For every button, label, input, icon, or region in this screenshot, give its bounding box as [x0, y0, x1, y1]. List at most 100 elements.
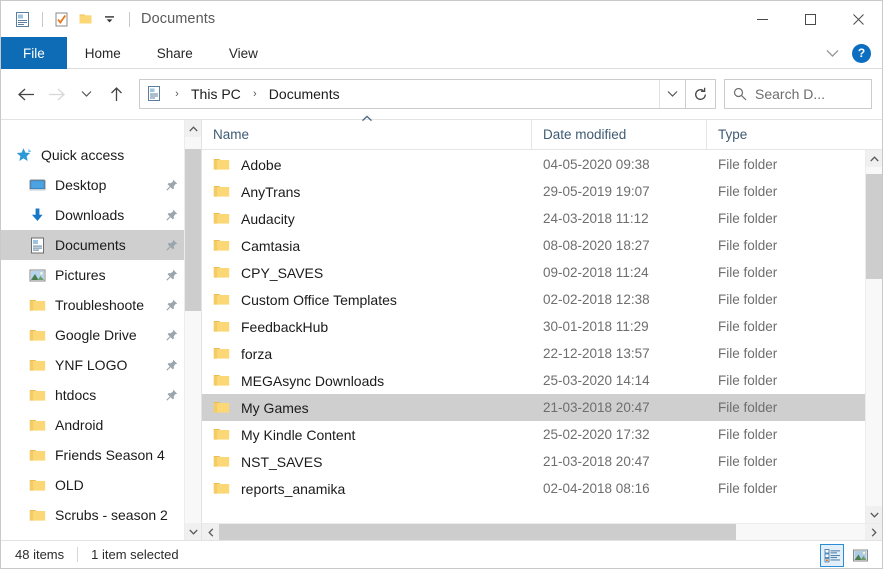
recent-locations-button[interactable]	[71, 79, 101, 109]
file-date-cell: 21-03-2018 20:47	[532, 400, 707, 415]
filelist-scroll-thumb[interactable]	[866, 174, 882, 279]
sidebar-item-scrubs-season-2[interactable]: Scrubs - season 2	[1, 500, 184, 530]
table-row[interactable]: Camtasia08-08-2020 18:27File folder	[202, 232, 865, 259]
search-text: Search D...	[755, 86, 825, 102]
properties-check-icon[interactable]	[50, 8, 72, 30]
tab-home[interactable]: Home	[67, 37, 139, 69]
help-button[interactable]: ?	[852, 44, 871, 63]
filelist-hscroll-track[interactable]	[219, 524, 865, 540]
column-header-type[interactable]: Type	[707, 120, 882, 149]
table-row[interactable]: Audacity24-03-2018 11:12File folder	[202, 205, 865, 232]
pin-icon[interactable]	[164, 299, 180, 311]
file-type-cell: File folder	[707, 184, 865, 199]
maximize-button[interactable]	[786, 1, 834, 37]
file-date-cell: 02-04-2018 08:16	[532, 481, 707, 496]
table-row[interactable]: Adobe04-05-2020 09:38File folder	[202, 151, 865, 178]
file-date-cell: 02-02-2018 12:38	[532, 292, 707, 307]
table-row[interactable]: forza22-12-2018 13:57File folder	[202, 340, 865, 367]
search-input[interactable]: Search D...	[724, 79, 872, 109]
navpane-scroll-track[interactable]	[185, 137, 201, 523]
file-type-cell: File folder	[707, 265, 865, 280]
breadcrumb-documents[interactable]: Documents	[264, 82, 345, 106]
table-row[interactable]: Custom Office Templates02-02-2018 12:38F…	[202, 286, 865, 313]
table-row[interactable]: My Games21-03-2018 20:47File folder	[202, 394, 865, 421]
sidebar-item-htdocs[interactable]: htdocs	[1, 380, 184, 410]
file-type-cell: File folder	[707, 292, 865, 307]
navpane-scroll-thumb[interactable]	[185, 149, 201, 311]
table-row[interactable]: MEGAsync Downloads25-03-2020 14:14File f…	[202, 367, 865, 394]
chevron-right-icon[interactable]	[865, 524, 882, 540]
file-name-cell: My Games	[202, 400, 532, 416]
breadcrumb-this-pc[interactable]: This PC	[186, 82, 246, 106]
details-view-button[interactable]	[820, 544, 844, 567]
column-header-name[interactable]: Name	[202, 120, 532, 149]
new-folder-icon[interactable]	[74, 8, 96, 30]
sidebar-item-label: Documents	[55, 237, 164, 253]
pin-icon[interactable]	[164, 179, 180, 191]
chevron-left-icon[interactable]	[202, 524, 219, 540]
sidebar-item-old[interactable]: OLD	[1, 470, 184, 500]
sidebar-item-documents[interactable]: Documents	[1, 230, 184, 260]
pin-icon[interactable]	[164, 329, 180, 341]
breadcrumb-separator-2[interactable]: ›	[246, 88, 264, 100]
customize-dropdown-icon[interactable]	[98, 8, 120, 30]
back-button[interactable]	[11, 79, 41, 109]
sidebar-item-downloads[interactable]: Downloads	[1, 200, 184, 230]
titlebar-divider	[42, 12, 43, 27]
table-row[interactable]: AnyTrans29-05-2019 19:07File folder	[202, 178, 865, 205]
table-row[interactable]: My Kindle Content25-02-2020 17:32File fo…	[202, 421, 865, 448]
up-button[interactable]	[101, 79, 131, 109]
minimize-button[interactable]	[738, 1, 786, 37]
table-row[interactable]: NST_SAVES21-03-2018 20:47File folder	[202, 448, 865, 475]
refresh-button[interactable]	[686, 79, 716, 109]
address-dropdown-icon[interactable]	[659, 80, 685, 108]
pin-icon[interactable]	[164, 359, 180, 371]
table-row[interactable]: reports_anamika02-04-2018 08:16File fold…	[202, 475, 865, 502]
file-date-cell: 08-08-2020 18:27	[532, 238, 707, 253]
ribbon-tabs: File Home Share View ?	[1, 37, 882, 69]
pin-icon[interactable]	[164, 239, 180, 251]
view-mode-buttons	[820, 541, 872, 569]
file-name-label: Camtasia	[241, 238, 300, 254]
file-explorer-window: Documents File Home Share View ?	[0, 0, 883, 569]
navigation-list: Quick accessDesktopDownloads Documents Pic…	[1, 120, 184, 540]
chevron-down-icon[interactable]	[866, 506, 882, 523]
table-row[interactable]: FeedbackHub30-01-2018 11:29File folder	[202, 313, 865, 340]
sidebar-item-quick-access[interactable]: Quick access	[1, 140, 184, 170]
breadcrumb-bar[interactable]: › This PC › Documents	[139, 79, 686, 109]
sidebar-item-ynf-logo[interactable]: YNF LOGO	[1, 350, 184, 380]
table-row[interactable]: CPY_SAVES09-02-2018 11:24File folder	[202, 259, 865, 286]
column-header-date-modified[interactable]: Date modified	[532, 120, 707, 149]
folder-icon	[213, 319, 230, 334]
sidebar-item-pictures[interactable]: Pictures	[1, 260, 184, 290]
filelist-scroll-track[interactable]	[866, 167, 882, 506]
navpane-scrollbar[interactable]	[184, 120, 201, 540]
tab-file[interactable]: File	[1, 37, 67, 69]
file-date-cell: 04-05-2020 09:38	[532, 157, 707, 172]
tab-share[interactable]: Share	[139, 37, 211, 69]
filelist-hscroll-thumb[interactable]	[219, 524, 736, 540]
caption-buttons	[738, 1, 882, 37]
chevron-up-icon[interactable]	[185, 120, 201, 137]
pin-icon[interactable]	[164, 209, 180, 221]
sidebar-item-troubleshoote[interactable]: Troubleshoote	[1, 290, 184, 320]
breadcrumb-separator[interactable]: ›	[168, 88, 186, 100]
sidebar-item-android[interactable]: Android	[1, 410, 184, 440]
chevron-down-icon[interactable]	[818, 39, 846, 67]
filelist-horizontal-scrollbar[interactable]	[202, 523, 882, 540]
sidebar-item-desktop[interactable]: Desktop	[1, 170, 184, 200]
pin-icon[interactable]	[164, 269, 180, 281]
tab-view[interactable]: View	[211, 37, 276, 69]
star-icon	[15, 147, 32, 164]
large-icons-view-button[interactable]	[848, 544, 872, 567]
sidebar-item-label: Pictures	[55, 267, 164, 283]
status-bar: 48 items 1 item selected	[1, 540, 882, 568]
chevron-down-icon[interactable]	[185, 523, 201, 540]
sidebar-item-friends-season-4[interactable]: Friends Season 4	[1, 440, 184, 470]
pin-icon[interactable]	[164, 389, 180, 401]
close-button[interactable]	[834, 1, 882, 37]
filelist-vertical-scrollbar[interactable]	[865, 150, 882, 523]
chevron-up-icon[interactable]	[866, 150, 882, 167]
forward-button[interactable]	[41, 79, 71, 109]
sidebar-item-google-drive[interactable]: Google Drive	[1, 320, 184, 350]
